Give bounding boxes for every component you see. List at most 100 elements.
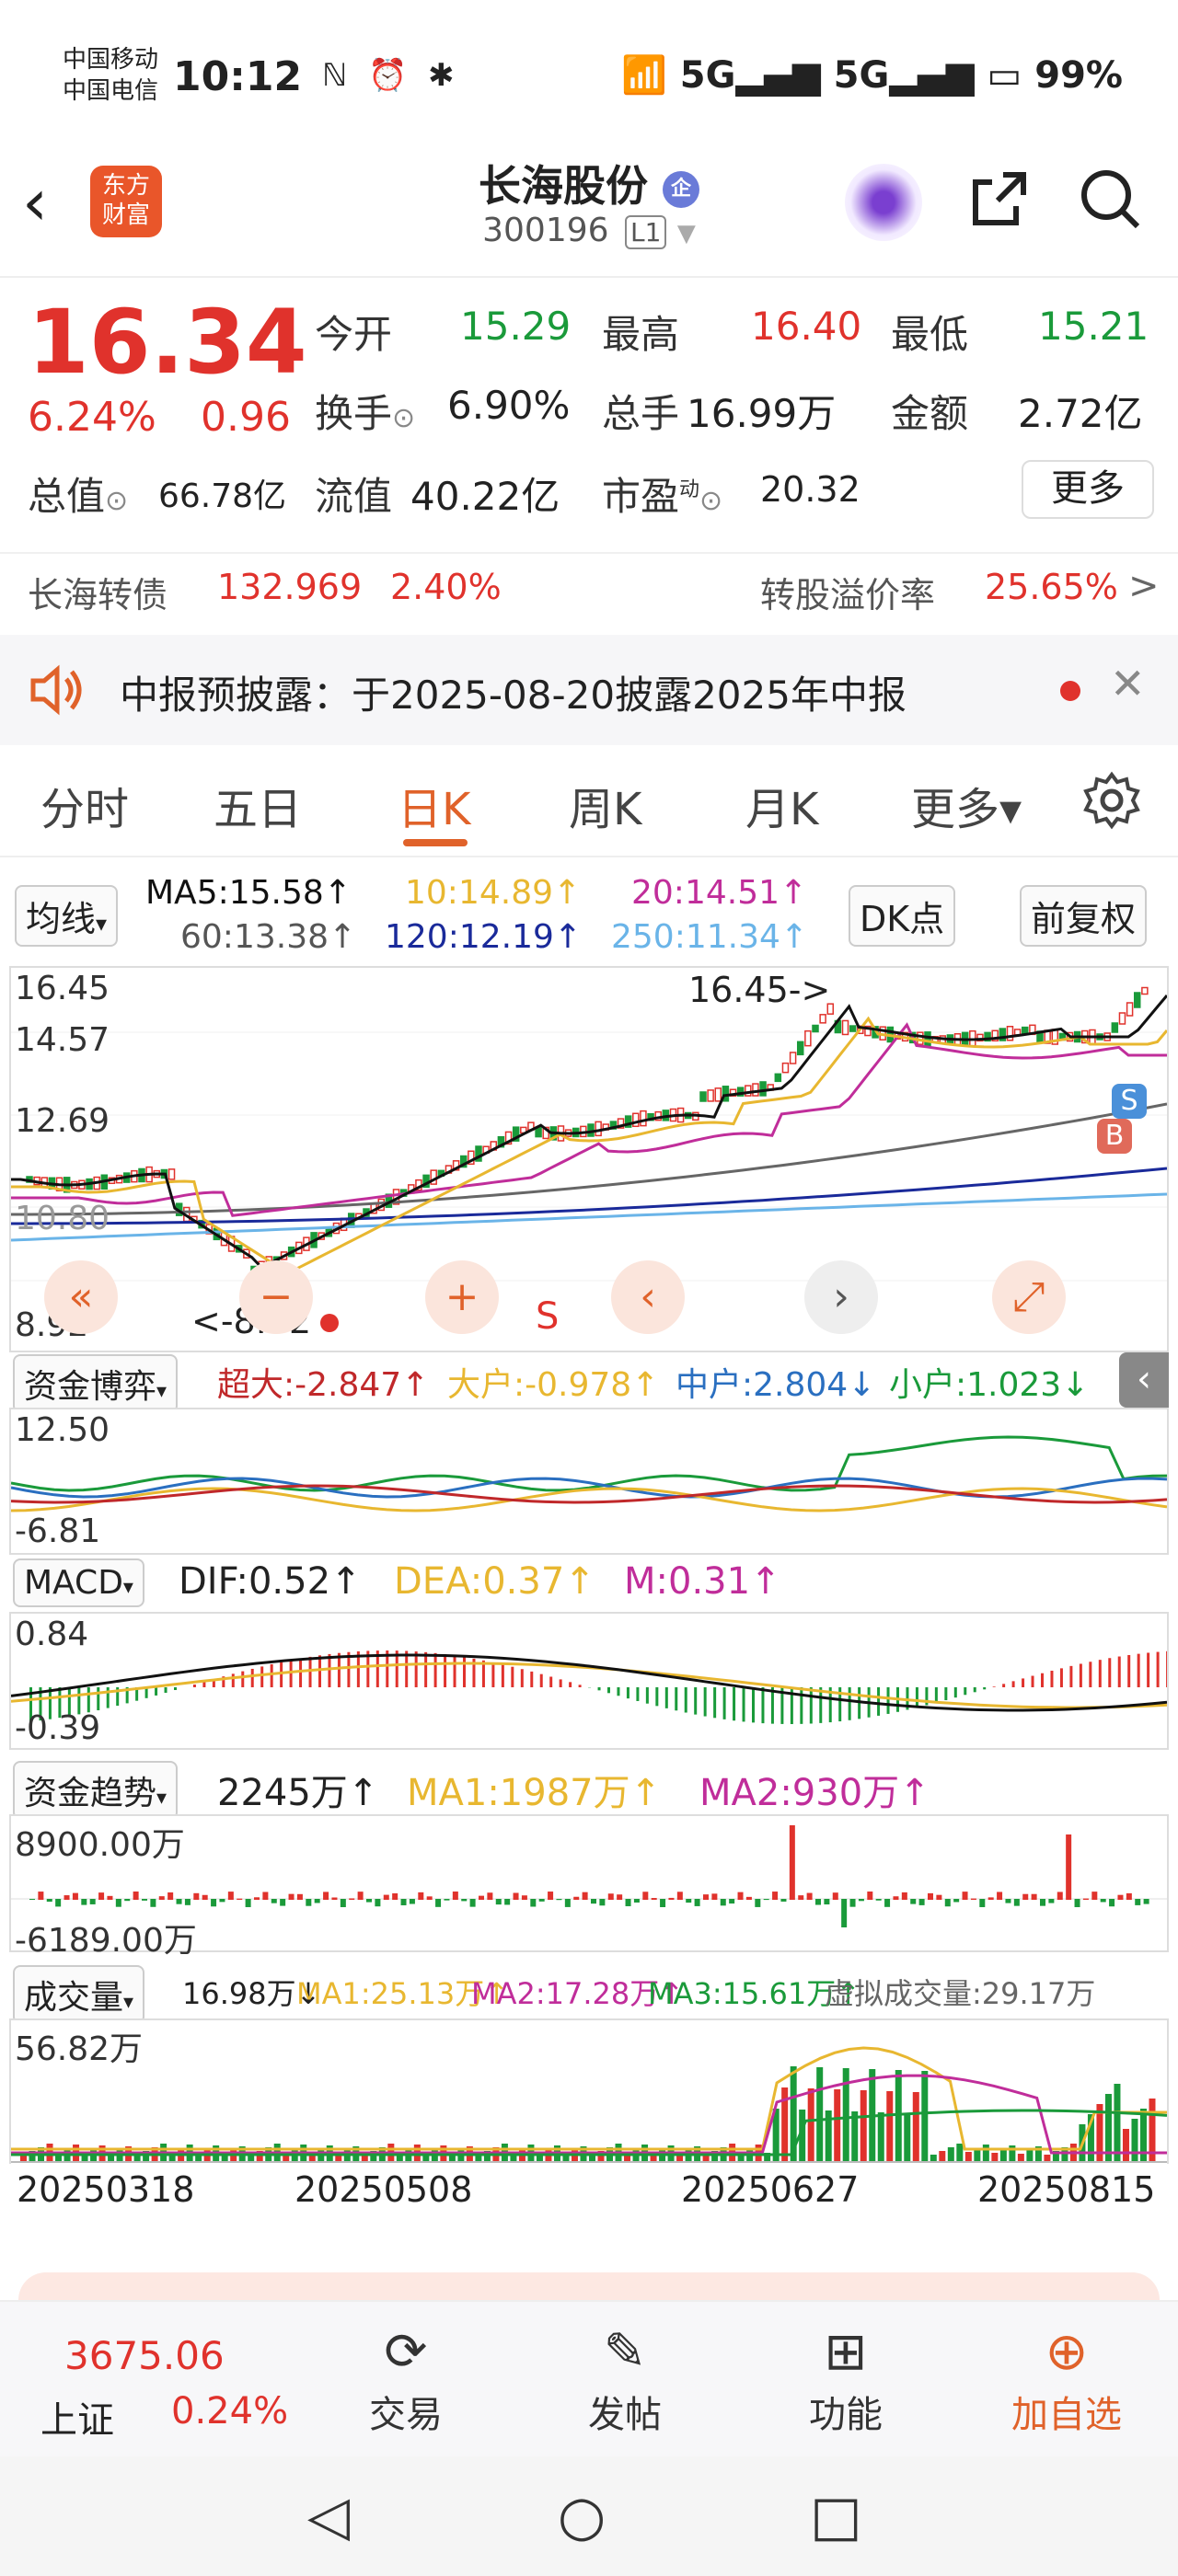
post-button[interactable]: ✎ 发帖 bbox=[556, 2320, 694, 2438]
macd-bar bbox=[1022, 1678, 1025, 1687]
turnover-value: 6.90% bbox=[447, 383, 571, 428]
volume-chart[interactable]: 56.82万 bbox=[9, 2018, 1169, 2164]
trend-bar bbox=[237, 1898, 243, 1900]
macd-dropdown[interactable]: MACD▾ bbox=[13, 1558, 144, 1607]
step-right-icon[interactable]: › bbox=[804, 1260, 878, 1334]
notice-bar[interactable]: 中报预披露：于2025-08-20披露2025年中报 ✕ bbox=[0, 635, 1178, 745]
yen-cycle-icon: ⟳ bbox=[384, 2322, 428, 2382]
fullscreen-icon[interactable]: ⤢ bbox=[992, 1260, 1066, 1334]
trend-bar bbox=[314, 1899, 320, 1903]
macd-bar bbox=[944, 1687, 948, 1701]
home-nav-icon[interactable]: ○ bbox=[558, 2484, 606, 2548]
capital-game-dropdown[interactable]: 资金博弈▾ bbox=[13, 1354, 179, 1413]
macd-bar bbox=[722, 1687, 726, 1719]
max-price-marker: 16.45-> bbox=[688, 970, 831, 1010]
trend-bar bbox=[366, 1899, 372, 1903]
trend-bar bbox=[469, 1899, 476, 1907]
recents-nav-icon[interactable]: □ bbox=[810, 2484, 862, 2548]
status-icons: ℕ ⏰ ✱ bbox=[322, 57, 460, 94]
trend-bar bbox=[694, 1899, 700, 1906]
kline-chart[interactable]: 16.45 14.57 12.69 10.80 8.92 16.45-> <-8… bbox=[9, 966, 1169, 1352]
s-badge[interactable]: S bbox=[1112, 1084, 1147, 1119]
volume-bar bbox=[999, 2149, 1007, 2162]
more-button[interactable]: 更多 bbox=[1022, 460, 1154, 519]
trend-bar bbox=[444, 1899, 450, 1901]
tab-monthly-k[interactable]: 月K bbox=[745, 773, 818, 837]
zoom-in-icon[interactable]: + bbox=[425, 1260, 499, 1334]
collapse-panel-icon[interactable]: ‹ bbox=[1119, 1352, 1169, 1408]
b-badge[interactable]: B bbox=[1097, 1119, 1132, 1154]
macd-bar bbox=[617, 1687, 620, 1696]
capital-game-chart[interactable]: 12.50 -6.81 bbox=[9, 1408, 1169, 1555]
trend-bar bbox=[271, 1899, 277, 1903]
trend-bar bbox=[763, 1899, 769, 1901]
macd-bar bbox=[848, 1687, 851, 1720]
trade-button[interactable]: ⟳ 交易 bbox=[337, 2320, 475, 2438]
volume-bar bbox=[1114, 2084, 1121, 2162]
carrier-2: 中国电信 bbox=[63, 77, 159, 105]
step-left-icon[interactable]: ‹ bbox=[611, 1260, 685, 1334]
macd-chart[interactable]: 0.84 -0.39 bbox=[9, 1612, 1169, 1750]
trend-bar bbox=[599, 1899, 606, 1906]
trend-bar bbox=[340, 1899, 346, 1907]
search-icon[interactable] bbox=[1077, 166, 1143, 246]
trend-bar bbox=[296, 1893, 303, 1900]
high-label: 最高 bbox=[602, 312, 680, 357]
back-nav-icon[interactable]: ◁ bbox=[307, 2484, 350, 2548]
trend-bar bbox=[46, 1899, 52, 1903]
date-1: 20250318 bbox=[17, 2169, 195, 2210]
tab-five-day[interactable]: 五日 bbox=[214, 773, 302, 837]
y-label-max: 16.45 bbox=[15, 970, 110, 1007]
add-watchlist-button[interactable]: ⊕ 加自选 bbox=[998, 2320, 1136, 2438]
edit-icon: ✎ bbox=[603, 2322, 647, 2382]
adjust-button[interactable]: 前复权 bbox=[1020, 885, 1148, 947]
function-button[interactable]: ⊞ 功能 bbox=[777, 2320, 915, 2438]
trend-bar bbox=[651, 1898, 657, 1900]
trend-bar bbox=[383, 1894, 389, 1900]
volume-dropdown[interactable]: 成交量▾ bbox=[13, 1965, 145, 2024]
capital-trend-chart[interactable]: 8900.00万 -6189.00万 bbox=[9, 1814, 1169, 1960]
macd-bar bbox=[1137, 1653, 1140, 1687]
trend-bar bbox=[426, 1896, 433, 1900]
trend-bar bbox=[1057, 1892, 1063, 1900]
close-icon[interactable]: ✕ bbox=[1110, 659, 1146, 708]
macd-bar bbox=[328, 1653, 331, 1687]
trend-bar bbox=[81, 1899, 87, 1905]
trend-bar bbox=[815, 1899, 821, 1905]
index-value[interactable]: 3675.06 bbox=[64, 2333, 225, 2378]
trend-value: 2245万↑ bbox=[217, 1772, 379, 1814]
gear-icon[interactable] bbox=[1082, 771, 1141, 834]
trend-bar bbox=[29, 1899, 35, 1900]
assistant-avatar[interactable] bbox=[845, 164, 922, 241]
dif-value: DIF:0.52↑ bbox=[179, 1560, 362, 1603]
change-percent: 6.24% bbox=[28, 394, 156, 441]
macd-bar bbox=[983, 1687, 987, 1690]
tab-daily-k[interactable]: 日K bbox=[398, 773, 470, 837]
trend-bar bbox=[1066, 1834, 1072, 1900]
trend-bar bbox=[306, 1899, 312, 1906]
scroll-left-fast-icon[interactable]: « bbox=[44, 1260, 118, 1334]
macd-bar bbox=[597, 1687, 601, 1691]
trend-ma1: MA1:1987万↑ bbox=[407, 1772, 662, 1814]
trend-bar bbox=[668, 1897, 675, 1900]
trend-bar bbox=[280, 1899, 286, 1906]
macd-bar bbox=[511, 1666, 514, 1687]
capital-trend-dropdown[interactable]: 资金趋势▾ bbox=[13, 1761, 179, 1820]
tab-more[interactable]: 更多▾ bbox=[911, 773, 1022, 837]
tab-weekly-k[interactable]: 周K bbox=[569, 773, 641, 837]
tab-intraday[interactable]: 分时 bbox=[40, 773, 129, 837]
candle bbox=[707, 1089, 714, 1102]
zoom-out-icon[interactable]: − bbox=[239, 1260, 313, 1334]
dk-point-button[interactable]: DK点 bbox=[849, 885, 956, 947]
super-large-value: 超大:-2.847↑ bbox=[217, 1366, 430, 1404]
trend-bar bbox=[1082, 1898, 1089, 1900]
ma-dropdown[interactable]: 均线▾ bbox=[15, 885, 119, 947]
share-icon[interactable] bbox=[966, 166, 1033, 246]
trend-bar bbox=[607, 1893, 614, 1900]
small-value: 小户:1.023↓ bbox=[889, 1366, 1090, 1404]
turnover-label: 换手⊙ bbox=[315, 391, 416, 436]
premium-label: 转股溢价率 bbox=[760, 575, 936, 615]
macd-bar bbox=[770, 1687, 774, 1724]
macd-bar bbox=[318, 1655, 321, 1687]
convertible-bond-row[interactable]: 长海转债 132.969 2.40% 转股溢价率 25.65% > bbox=[0, 552, 1178, 627]
